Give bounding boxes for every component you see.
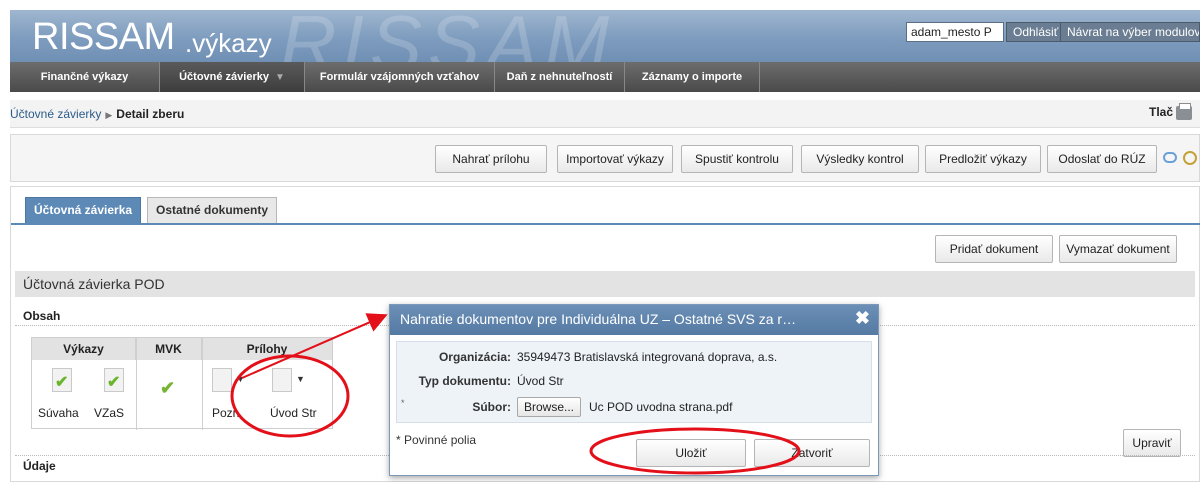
mvk-check-icon: ✔ (160, 378, 176, 398)
doc-type-value: Úvod Str (517, 374, 564, 388)
nav-label: Záznamy o importe (641, 71, 743, 83)
clock-icon[interactable] (1183, 151, 1197, 165)
submit-reports-button[interactable]: Predložiť výkazy (925, 145, 1041, 173)
vykaz-label-vzas: VZaS (94, 406, 125, 420)
uvod-str-document-icon[interactable] (272, 368, 292, 392)
grid-header-prilohy: Prílohy (202, 338, 332, 360)
nav-item-uctovne-zavierky[interactable]: Účtovné závierky ▼ (160, 62, 305, 92)
priloha-label-uvod-str: Úvod Str (270, 406, 317, 420)
breadcrumb: Účtovné závierky ▶ Detail zberu (10, 107, 184, 121)
print-label: Tlač (1148, 105, 1173, 119)
dialog-title: Nahratie dokumentov pre Individuálna UZ … (390, 305, 878, 335)
check-icon: ✔ (107, 374, 121, 391)
chevron-down-icon: ▼ (274, 72, 285, 83)
back-to-modules-button[interactable]: Návrat na výber modulov (1060, 22, 1200, 42)
suvaha-document-icon[interactable]: ✔ (52, 368, 72, 392)
user-name: adam_mesto P (906, 22, 1004, 42)
dialog-form: Organizácia: 35949473 Bratislavská integ… (396, 341, 872, 423)
obsah-heading: Obsah (23, 309, 61, 323)
pozn-document-icon[interactable] (212, 368, 232, 392)
upload-attachment-button[interactable]: Nahrať prílohu (435, 145, 547, 173)
org-value: 35949473 Bratislavská integrovaná doprav… (517, 350, 778, 364)
tab-ostatne-dokumenty[interactable]: Ostatné dokumenty (147, 197, 278, 223)
chevron-down-icon[interactable]: ▼ (296, 374, 305, 384)
doc-type-label: Typ dokumentu: (418, 374, 511, 388)
file-label: Súbor: (472, 400, 511, 414)
required-note: * Povinné polia (396, 433, 477, 447)
upload-dialog: Nahratie dokumentov pre Individuálna UZ … (389, 304, 879, 476)
printer-icon (1176, 102, 1192, 120)
chevron-down-icon[interactable]: ▼ (236, 374, 245, 384)
vykaz-label-suvaha: Súvaha (38, 406, 79, 420)
breadcrumb-current: Detail zberu (116, 107, 185, 121)
app-logo: RISSAM (32, 16, 175, 58)
nav-label: Formulár vzájomných vzťahov (319, 71, 480, 83)
delete-document-button[interactable]: Vymazať dokument (1059, 235, 1177, 263)
send-to-ruz-button[interactable]: Odoslať do RÚZ (1047, 145, 1157, 173)
browse-button[interactable]: Browse... (517, 397, 582, 417)
documents-grid: Výkazy MVK Prílohy ✔ ✔ Súvaha VZaS ✔ ▼ ▼… (31, 337, 333, 430)
check-icon: ✔ (55, 374, 69, 391)
nav-item-zaznamy[interactable]: Záznamy o importe (625, 62, 760, 92)
tab-underline (11, 223, 1200, 225)
section-title: Účtovná závierka POD (15, 271, 1195, 297)
vzas-document-icon[interactable]: ✔ (104, 368, 124, 392)
grid-header-vykazy: Výkazy (32, 338, 136, 360)
chat-icon[interactable] (1163, 152, 1177, 163)
add-document-button[interactable]: Pridať dokument (935, 235, 1053, 263)
top-strip (0, 0, 1200, 10)
check-results-button[interactable]: Výsledky kontrol (801, 145, 919, 173)
udaje-heading: Údaje (23, 459, 56, 473)
grid-divider (136, 338, 137, 430)
nav-item-formular[interactable]: Formulár vzájomných vzťahov (305, 62, 495, 92)
grid-divider (202, 338, 203, 430)
save-button[interactable]: Uložiť (636, 439, 746, 467)
org-label: Organizácia: (438, 350, 511, 364)
nav-label: Účtovné závierky (179, 71, 269, 83)
file-name: Uc POD uvodna strana.pdf (589, 400, 733, 414)
header-watermark: RISSAM (280, 10, 616, 62)
action-toolbar: Nahrať prílohu Importovať výkazy Spustiť… (10, 134, 1200, 182)
tab-uctovna-zavierka[interactable]: Účtovná závierka (25, 197, 142, 223)
edit-button[interactable]: Upraviť (1123, 429, 1181, 457)
breadcrumb-separator-icon: ▶ (105, 110, 113, 120)
app-header: RISSAM RISSAM .výkazy adam_mesto P Odhlá… (10, 10, 1200, 62)
priloha-label-pozn: Pozn (212, 406, 240, 420)
breadcrumb-bar: Účtovné závierky ▶ Detail zberu Tlač (10, 100, 1200, 128)
main-nav: Finančné výkazy Účtovné závierky ▼ Formul… (10, 62, 1200, 92)
logout-button[interactable]: Odhlásiť (1006, 22, 1066, 42)
import-reports-button[interactable]: Importovať výkazy (557, 145, 673, 173)
run-check-button[interactable]: Spustiť kontrolu (681, 145, 793, 173)
print-button[interactable]: Tlač (1148, 102, 1192, 120)
close-button[interactable]: Zatvoriť (754, 439, 870, 467)
close-icon[interactable]: ✖ (855, 308, 870, 329)
grid-header-mvk: MVK (136, 338, 202, 360)
nav-label: Daň z nehnuteľností (506, 71, 613, 83)
nav-item-dan[interactable]: Daň z nehnuteľností (495, 62, 625, 92)
breadcrumb-link[interactable]: Účtovné závierky (10, 107, 101, 121)
nav-item-financne[interactable]: Finančné výkazy (10, 62, 160, 92)
app-logo-suffix: .výkazy (185, 28, 272, 58)
nav-label: Finančné výkazy (40, 71, 129, 83)
